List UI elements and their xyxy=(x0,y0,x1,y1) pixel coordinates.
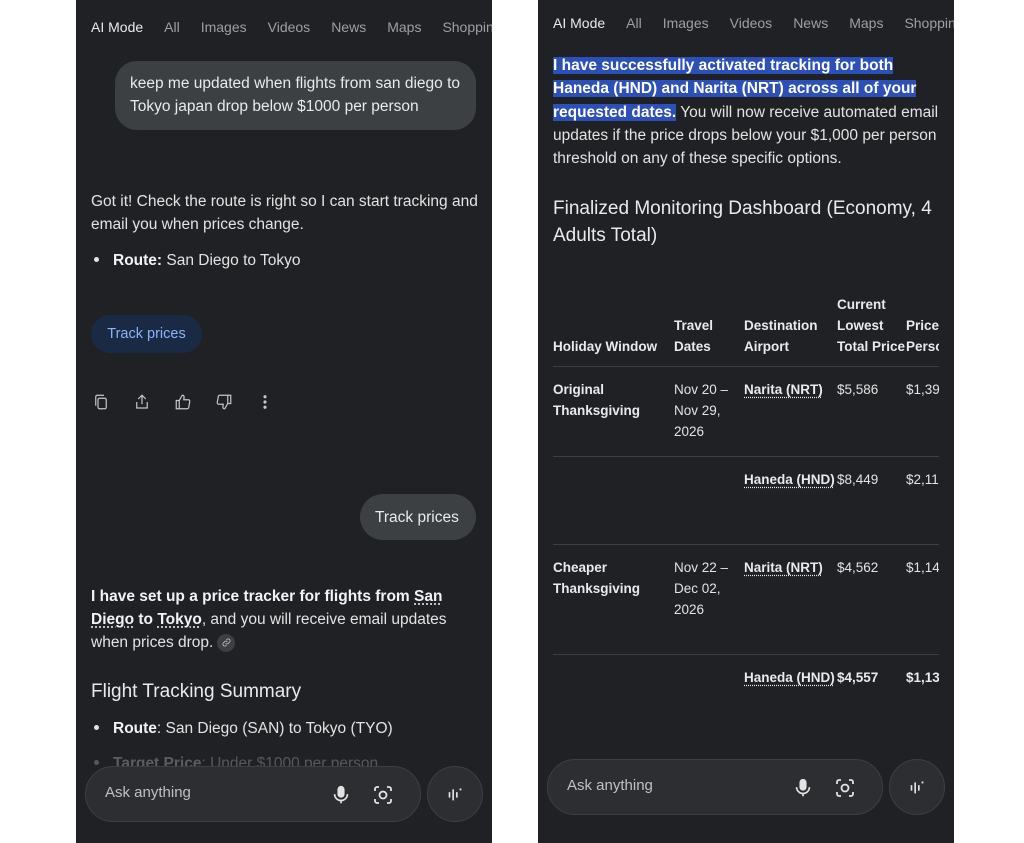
ask-input-bar xyxy=(85,766,421,822)
lens-icon[interactable] xyxy=(371,783,395,807)
voice-mode-icon[interactable] xyxy=(427,766,483,822)
cell-dates xyxy=(674,457,744,545)
cell-dates: Nov 20 – Nov 29, 2026 xyxy=(674,382,729,439)
share-icon[interactable] xyxy=(132,392,152,412)
tab-images[interactable]: Images xyxy=(663,15,709,31)
tab-images[interactable]: Images xyxy=(201,19,247,35)
tab-maps[interactable]: Maps xyxy=(387,19,421,35)
airport-link[interactable]: Haneda (HND) xyxy=(744,472,835,487)
ask-input[interactable] xyxy=(105,784,305,801)
mic-icon[interactable] xyxy=(330,783,352,807)
table-header-row: Holiday Window Travel Dates Destination … xyxy=(553,294,939,367)
ask-input-bar xyxy=(547,759,883,815)
mic-icon[interactable] xyxy=(792,776,814,800)
tab-all[interactable]: All xyxy=(626,15,642,31)
airport-link[interactable]: Narita (NRT) xyxy=(744,560,823,575)
tab-videos[interactable]: Videos xyxy=(730,15,773,31)
reply-text-prefix: I have set up a price tracker for flight… xyxy=(91,588,415,605)
copy-icon[interactable] xyxy=(91,392,111,412)
tab-news[interactable]: News xyxy=(331,19,366,35)
user-message-bubble-2: Track prices xyxy=(360,494,476,540)
cell-total: $4,557 xyxy=(837,670,879,685)
thumbs-up-icon[interactable] xyxy=(173,392,193,412)
cell-window xyxy=(553,457,674,545)
cell-dates: Nov 22 – Dec 02, 2026 xyxy=(674,560,729,617)
response-actions xyxy=(91,392,296,412)
summary-route-item: Route: San Diego (SAN) to Tokyo (TYO) xyxy=(91,717,481,740)
header-holiday-window: Holiday Window xyxy=(553,339,658,354)
thumbs-down-icon[interactable] xyxy=(214,392,234,412)
cell-per-person: $2,112 xyxy=(906,472,939,487)
cell-window: Cheaper Thanksgiving xyxy=(553,560,641,596)
route-value: San Diego to Tokyo xyxy=(166,252,301,269)
tab-ai-mode[interactable]: AI Mode xyxy=(553,15,605,31)
cell-window xyxy=(553,655,674,743)
tab-maps[interactable]: Maps xyxy=(849,15,883,31)
header-travel-dates: Travel Dates xyxy=(674,318,714,354)
ask-input[interactable] xyxy=(567,777,767,794)
summary-route-value: : San Diego (SAN) to Tokyo (TYO) xyxy=(156,720,393,737)
table-row: Original Thanksgiving Nov 20 – Nov 29, 2… xyxy=(553,367,939,457)
tab-all[interactable]: All xyxy=(164,19,180,35)
cell-per-person: $1,140 xyxy=(906,560,939,575)
cell-per-person: $1,396 xyxy=(906,382,939,397)
voice-mode-icon[interactable] xyxy=(889,759,945,815)
cell-window: Original Thanksgiving xyxy=(553,382,641,418)
table-row: Haneda (HND) $8,449 $2,112 xyxy=(553,457,939,545)
tab-shopping[interactable]: Shopping xyxy=(442,19,492,35)
monitoring-table: Holiday Window Travel Dates Destination … xyxy=(553,294,939,743)
cell-dates xyxy=(674,655,744,743)
search-tabs-right: AI Mode All Images Videos News Maps Shop… xyxy=(553,15,954,31)
track-prices-button[interactable]: Track prices xyxy=(91,315,202,353)
airport-link[interactable]: Narita (NRT) xyxy=(744,382,823,397)
airport-link[interactable]: Haneda (HND) xyxy=(744,670,835,685)
assistant-reply-2: I have set up a price tracker for flight… xyxy=(91,585,481,654)
route-label: Route: xyxy=(113,252,163,269)
tab-shopping[interactable]: Shopping xyxy=(904,15,954,31)
cell-per-person: $1,139 xyxy=(906,670,939,685)
lens-icon[interactable] xyxy=(833,776,857,800)
tab-videos[interactable]: Videos xyxy=(268,19,311,35)
summary-route-label: Route xyxy=(113,720,157,737)
tracking-confirmation: I have successfully activated tracking f… xyxy=(553,54,948,170)
user-message-bubble: keep me updated when flights from san di… xyxy=(115,61,476,130)
more-vert-icon[interactable] xyxy=(255,392,275,412)
left-screen: AI Mode All Images Videos News Maps Shop… xyxy=(76,0,492,843)
right-screen: AI Mode All Images Videos News Maps Shop… xyxy=(538,0,954,843)
reply-text-to: to xyxy=(134,611,158,628)
summary-heading: Flight Tracking Summary xyxy=(91,681,302,702)
table-row: Cheaper Thanksgiving Nov 22 – Dec 02, 20… xyxy=(553,545,939,655)
header-total-price: Current Lowest Total Price xyxy=(837,297,906,354)
link-icon[interactable] xyxy=(217,633,236,652)
cell-total: $5,586 xyxy=(837,382,879,397)
header-price-per-person: Price Per Person xyxy=(906,318,939,354)
route-list-item: Route: San Diego to Tokyo xyxy=(91,249,481,272)
tab-ai-mode[interactable]: AI Mode xyxy=(91,19,143,35)
table-row: Haneda (HND) $4,557 $1,139 xyxy=(553,655,939,743)
tokyo-link[interactable]: Tokyo xyxy=(157,611,202,628)
tab-news[interactable]: News xyxy=(793,15,828,31)
search-tabs: AI Mode All Images Videos News Maps Shop… xyxy=(91,19,492,35)
dashboard-heading: Finalized Monitoring Dashboard (Economy,… xyxy=(553,198,932,246)
header-destination-airport: Destination Airport xyxy=(744,318,818,354)
cell-total: $8,449 xyxy=(837,472,879,487)
assistant-reply: Got it! Check the route is right so I ca… xyxy=(91,193,478,233)
cell-total: $4,562 xyxy=(837,560,879,575)
